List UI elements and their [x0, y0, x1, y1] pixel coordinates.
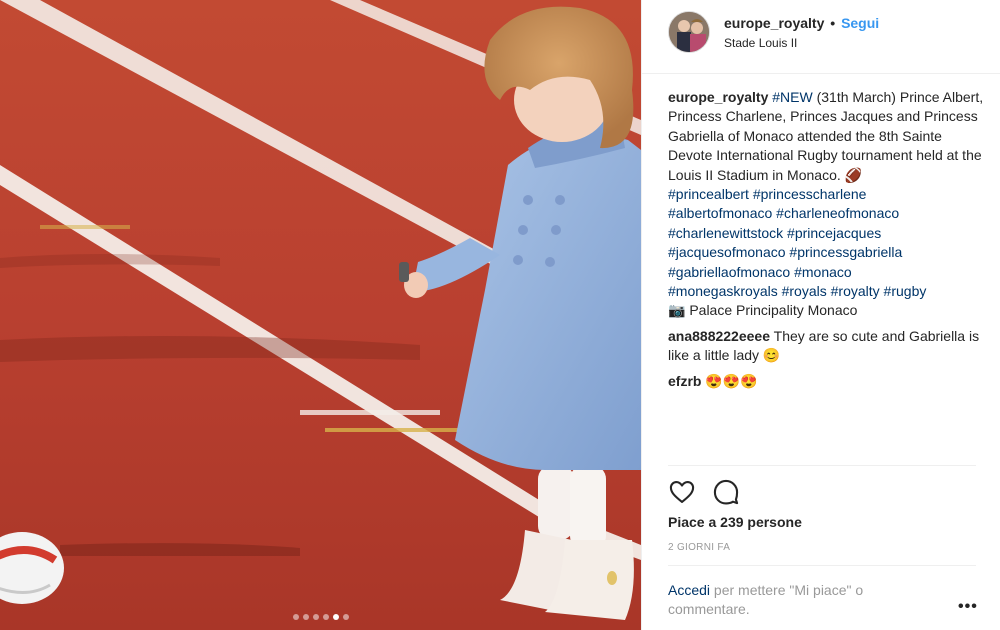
comments-list: europe_royalty #NEW (31th March) Prince … — [668, 88, 988, 397]
comment-text: 😍😍😍 — [705, 372, 758, 389]
post-timestamp[interactable]: 2 GIORNI FA — [668, 542, 730, 553]
photo-credit: 📷 Palace Principality Monaco — [668, 302, 858, 319]
carousel-dot-active[interactable] — [332, 614, 339, 620]
login-divider — [668, 565, 976, 566]
hashtag-line[interactable]: #gabriellaofmonaco #monaco — [668, 263, 988, 282]
caption-author[interactable]: europe_royalty — [668, 89, 768, 105]
carousel-dot[interactable] — [312, 614, 319, 620]
post-side-panel: europe_royalty • Segui Stade Louis II eu… — [641, 0, 1000, 630]
hashtag-line[interactable]: #albertofmonaco #charleneofmonaco — [668, 204, 988, 223]
hashtag-line[interactable]: #charlenewittstock #princejacques — [668, 224, 988, 243]
carousel-dot[interactable] — [302, 614, 309, 620]
hashtag-line[interactable]: #princealbert #princesscharlene — [668, 185, 988, 204]
more-options-icon[interactable]: ••• — [958, 598, 978, 616]
login-prompt: Accedi per mettere "Mi piace" o commenta… — [668, 581, 928, 619]
photo-illustration — [0, 0, 641, 620]
actions-divider — [668, 465, 976, 466]
carousel-dot[interactable] — [342, 614, 349, 620]
login-link[interactable]: Accedi — [668, 582, 710, 598]
separator-dot: • — [830, 15, 836, 31]
post-header: europe_royalty • Segui Stade Louis II — [642, 0, 1000, 74]
comment-icon[interactable] — [712, 478, 740, 506]
post-photo[interactable] — [0, 0, 641, 630]
carousel-dot[interactable] — [292, 614, 299, 620]
hashtag-new[interactable]: #NEW — [772, 89, 812, 105]
avatar[interactable] — [668, 11, 710, 53]
comment-author[interactable]: efzrb — [668, 373, 701, 389]
carousel-dot[interactable] — [322, 614, 329, 620]
caption: europe_royalty #NEW (31th March) Prince … — [668, 88, 988, 321]
comment-item: efzrb 😍😍😍 — [668, 372, 988, 391]
username-link[interactable]: europe_royalty — [724, 15, 824, 31]
heart-icon[interactable] — [668, 478, 696, 506]
carousel-indicator — [0, 614, 641, 620]
location-link[interactable]: Stade Louis II — [724, 36, 797, 50]
comment-author[interactable]: ana888222eeee — [668, 328, 770, 344]
username-row: europe_royalty • Segui — [724, 15, 879, 31]
likes-count[interactable]: Piace a 239 persone — [668, 514, 802, 530]
hashtag-line[interactable]: #monegaskroyals #royals #royalty #rugby — [668, 282, 988, 301]
hashtag-line[interactable]: #jacquesofmonaco #princessgabriella — [668, 243, 988, 262]
comment-item: ana888222eeee They are so cute and Gabri… — [668, 327, 988, 366]
action-bar — [668, 478, 740, 506]
follow-button[interactable]: Segui — [841, 15, 879, 31]
